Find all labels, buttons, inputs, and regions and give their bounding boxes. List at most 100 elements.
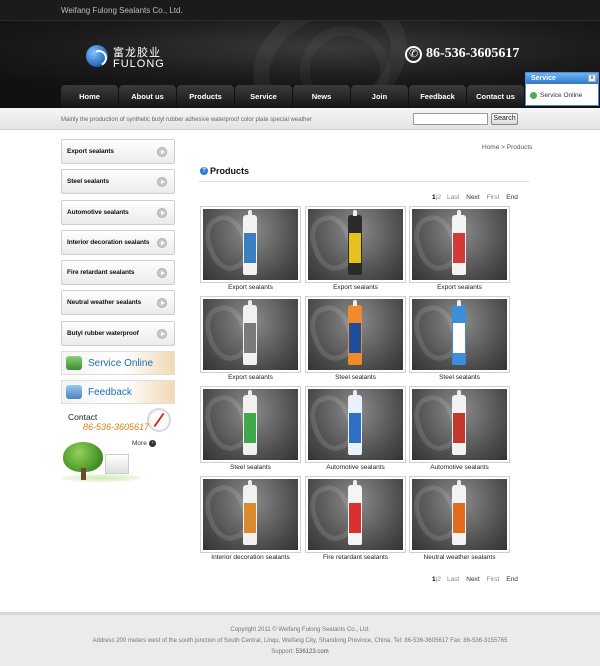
footer-support-link[interactable]: 536123.com — [296, 649, 329, 655]
compass-icon — [147, 408, 171, 432]
category-sidebar: Export sealants Steel sealants Automotiv… — [61, 139, 175, 351]
products-heading: ? Products — [199, 165, 529, 182]
sealant-tube-illustration — [452, 480, 466, 545]
product-image-backdrop — [203, 389, 298, 460]
service-online-icon — [66, 356, 82, 370]
nav-service[interactable]: Service — [235, 85, 292, 108]
sealant-tube-illustration — [452, 210, 466, 275]
product-caption[interactable]: Steel sealants — [305, 374, 406, 381]
next-page-link[interactable]: Next — [466, 194, 479, 201]
product-image[interactable] — [409, 386, 510, 463]
product-image[interactable] — [305, 296, 406, 373]
product-card[interactable]: Neutral weather sealants — [409, 476, 510, 564]
product-image-backdrop — [308, 209, 403, 280]
product-image[interactable] — [409, 296, 510, 373]
tube-label-band — [349, 323, 361, 353]
product-image[interactable] — [200, 296, 301, 373]
product-card[interactable]: Export sealants — [409, 206, 510, 294]
product-card[interactable]: Automotive sealants — [409, 386, 510, 474]
product-image-backdrop — [308, 479, 403, 550]
product-caption[interactable]: Neutral weather sealants — [409, 554, 510, 561]
product-image[interactable] — [305, 476, 406, 553]
product-card[interactable]: Steel sealants — [200, 386, 301, 474]
last-page-link[interactable]: Last — [447, 576, 459, 583]
nav-about-us[interactable]: About us — [119, 85, 176, 108]
category-label: Steel sealants — [67, 178, 109, 186]
product-image-backdrop — [412, 209, 507, 280]
product-card[interactable]: Fire retardant sealants — [305, 476, 406, 564]
feedback-banner[interactable]: Feedback — [61, 380, 175, 404]
service-online-banner[interactable]: Service Online — [61, 351, 175, 375]
footer-address: Address 200 meters west of the south jun… — [92, 638, 508, 644]
product-image[interactable] — [305, 206, 406, 283]
product-card[interactable]: Automotive sealants — [305, 386, 406, 474]
search-button[interactable]: Search — [491, 113, 518, 125]
product-caption[interactable]: Interior decoration sealants — [200, 554, 301, 561]
product-card[interactable]: Export sealants — [200, 296, 301, 384]
header-phone-number: 86-536-3605617 — [426, 46, 520, 61]
first-page-link[interactable]: First — [487, 194, 500, 201]
feedback-icon — [66, 385, 82, 399]
product-image[interactable] — [200, 476, 301, 553]
product-image[interactable] — [409, 206, 510, 283]
product-card[interactable]: Export sealants — [305, 206, 406, 294]
logo-mark-icon — [86, 45, 108, 67]
end-page-link[interactable]: End — [506, 576, 518, 583]
product-caption[interactable]: Fire retardant sealants — [305, 554, 406, 561]
product-caption[interactable]: Export sealants — [305, 284, 406, 291]
product-image[interactable] — [200, 206, 301, 283]
nav-contact-us[interactable]: Contact us — [467, 85, 524, 108]
nav-home[interactable]: Home — [61, 85, 118, 108]
sealant-tube-illustration — [348, 390, 362, 455]
last-page-link[interactable]: Last — [447, 194, 459, 201]
product-caption[interactable]: Automotive sealants — [305, 464, 406, 471]
service-widget-close-icon[interactable]: x — [588, 74, 596, 82]
product-card[interactable]: Steel sealants — [305, 296, 406, 384]
first-page-link[interactable]: First — [487, 576, 500, 583]
product-card[interactable]: Steel sealants — [409, 296, 510, 384]
nav-products[interactable]: Products — [177, 85, 234, 108]
product-caption[interactable]: Export sealants — [200, 284, 301, 291]
product-image[interactable] — [409, 476, 510, 553]
service-online-banner-label: Service Online — [88, 358, 154, 369]
category-automotive-sealants[interactable]: Automotive sealants — [61, 199, 175, 225]
service-online-link[interactable]: Service Online — [530, 92, 582, 99]
product-caption[interactable]: Steel sealants — [200, 464, 301, 471]
product-image[interactable] — [305, 386, 406, 463]
breadcrumb[interactable]: Home > Products — [482, 144, 532, 151]
category-fire-retardant-sealants[interactable]: Fire retardant sealants — [61, 260, 175, 286]
more-arrow-icon[interactable]: › — [149, 440, 156, 447]
slogan-bar: Mainly the production of synthetic butyl… — [0, 108, 600, 130]
page-2-link[interactable]: 2 — [437, 576, 441, 583]
nav-feedback[interactable]: Feedback — [409, 85, 466, 108]
question-mark-icon: ? — [200, 167, 208, 175]
category-steel-sealants[interactable]: Steel sealants — [61, 169, 175, 195]
product-card[interactable]: Interior decoration sealants — [200, 476, 301, 564]
product-caption[interactable]: Export sealants — [409, 284, 510, 291]
site-logo[interactable]: 富龙胶业 FULONG — [86, 43, 176, 73]
product-caption[interactable]: Automotive sealants — [409, 464, 510, 471]
product-image[interactable] — [200, 386, 301, 463]
main-nav: Home About us Products Service News Join… — [0, 85, 600, 108]
page-2-link[interactable]: 2 — [437, 194, 441, 201]
top-bar: Weifang Fulong Sealants Co., Ltd. — [0, 0, 600, 21]
product-card[interactable]: Export sealants — [200, 206, 301, 294]
sealant-tube-illustration — [243, 300, 257, 365]
nav-news[interactable]: News — [293, 85, 350, 108]
search-input[interactable] — [413, 113, 488, 125]
category-neutral-weather-sealants[interactable]: Neutral weather sealants — [61, 290, 175, 316]
next-page-link[interactable]: Next — [466, 576, 479, 583]
sealant-tube-illustration — [348, 210, 362, 275]
product-image-backdrop — [308, 389, 403, 460]
product-caption[interactable]: Steel sealants — [409, 374, 510, 381]
contact-more-link[interactable]: More — [132, 440, 147, 447]
nav-join[interactable]: Join — [351, 85, 408, 108]
product-caption[interactable]: Export sealants — [200, 374, 301, 381]
category-export-sealants[interactable]: Export sealants — [61, 139, 175, 164]
category-butyl-rubber-waterproof[interactable]: Butyl rubber waterproof — [61, 320, 175, 346]
arrow-right-icon — [157, 177, 167, 188]
end-page-link[interactable]: End — [506, 194, 518, 201]
service-online-label: Service Online — [540, 92, 583, 100]
contact-title: Contact — [68, 412, 98, 422]
category-interior-decoration-sealants[interactable]: Interior decoration sealants — [61, 229, 175, 255]
